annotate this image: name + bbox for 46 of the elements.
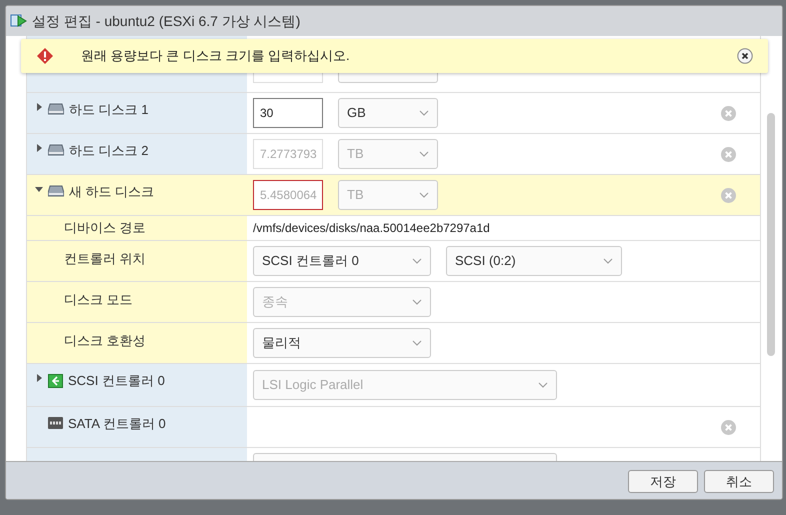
chevron-down-icon [419, 151, 429, 157]
dropdown[interactable]: SCSI 컨트롤러 0 [253, 246, 431, 276]
expand-arrow-icon[interactable] [35, 144, 43, 152]
input-field[interactable] [253, 73, 323, 83]
controller-icon [48, 374, 63, 388]
device-label: 하드 디스크 1 [69, 103, 148, 117]
dropdown[interactable] [253, 453, 557, 461]
close-icon[interactable] [737, 48, 753, 64]
property-label: 디바이스 경로 [64, 219, 146, 238]
expand-arrow-icon[interactable] [35, 185, 43, 193]
remove-icon[interactable] [721, 188, 736, 202]
disk-size-input[interactable]: 30 [253, 98, 323, 128]
device-path: /vmfs/devices/disks/naa.50014ee2b7297a1d [253, 220, 490, 237]
remove-icon[interactable] [721, 146, 736, 162]
remove-icon[interactable] [721, 106, 736, 120]
chevron-down-icon [603, 258, 613, 264]
device-row[interactable]: SATA 컨트롤러 0 [27, 407, 760, 448]
scrollbar-thumb[interactable] [767, 113, 775, 356]
error-icon [37, 48, 53, 64]
dialog-button[interactable]: 저장 [628, 470, 698, 493]
device-label: SATA 컨트롤러 0 [68, 417, 166, 431]
device-label: 하드 디스크 2 [69, 144, 148, 158]
chevron-down-icon [412, 340, 422, 346]
dropdown[interactable] [338, 73, 438, 83]
expand-arrow-icon[interactable] [35, 103, 43, 111]
device-row[interactable]: 하드 디스크 1 30 GB [27, 93, 760, 134]
chevron-down-icon [538, 382, 548, 388]
window-title: 설정 편집 - ubuntu2 (ESXi 6.7 가상 시스템) [32, 12, 300, 31]
device-label: SCSI 컨트롤러 0 [68, 374, 165, 388]
vm-edit-icon [10, 13, 28, 29]
property-label: 디스크 호환성 [64, 333, 146, 348]
alert-message: 원래 용량보다 큰 디스크 크기를 입력하십시오. [81, 47, 350, 66]
property-label: 컨트롤러 위치 [64, 251, 146, 266]
device-label: 새 하드 디스크 [69, 185, 154, 199]
remove-icon[interactable] [721, 420, 736, 434]
chevron-down-icon [419, 192, 429, 198]
chevron-down-icon [419, 110, 429, 116]
dropdown[interactable]: SCSI (0:2) [446, 246, 622, 276]
chevron-down-icon [412, 258, 422, 264]
dialog-button[interactable]: 취소 [704, 470, 774, 493]
expand-arrow-icon[interactable] [35, 374, 43, 382]
chevron-down-icon [412, 299, 422, 305]
dropdown[interactable]: 물리적 [253, 328, 431, 358]
property-label: 디스크 모드 [64, 292, 133, 307]
controller-icon [48, 417, 63, 429]
dropdown[interactable]: GB [338, 98, 438, 128]
